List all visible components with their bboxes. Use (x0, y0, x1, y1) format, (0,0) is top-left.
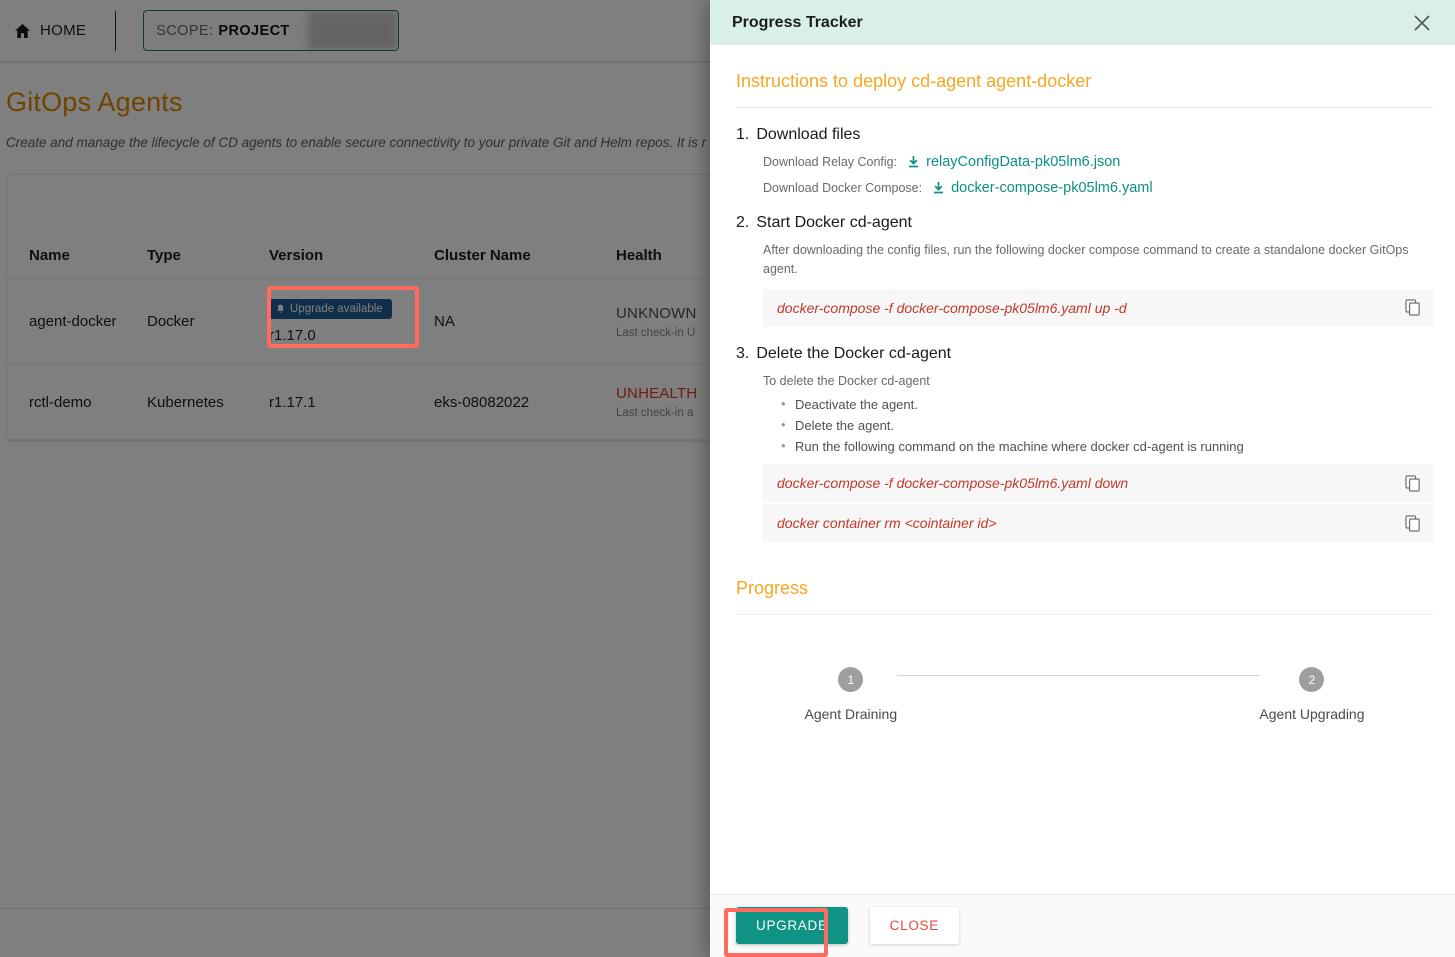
step-2-heading: 2. Start Docker cd-agent (736, 214, 1433, 232)
upgrade-button[interactable]: UPGRADE (736, 907, 848, 944)
progress-divider (736, 614, 1433, 616)
panel-body[interactable]: Instructions to deploy cd-agent agent-do… (710, 45, 1455, 894)
step-2-title: Start Docker cd-agent (756, 214, 912, 231)
command-text: docker-compose -f docker-compose-pk05lm6… (777, 299, 1127, 316)
stepper-track: 1 Agent Draining 2 Agent Upgrading (805, 667, 1365, 722)
step-2-description: After downloading the config files, run … (763, 243, 1409, 276)
command-block: docker container rm <cointainer id> (763, 504, 1433, 543)
copy-icon[interactable] (1403, 473, 1423, 493)
download-relay-config-label: Download Relay Config: (763, 155, 898, 169)
list-item: Deactivate the agent. (781, 396, 1433, 412)
screen-root: HOME SCOPE: PROJECT GitOps Agents Create… (0, 0, 1455, 957)
step-1-title: Download files (756, 126, 861, 143)
panel-footer: UPGRADE CLOSE (710, 894, 1455, 957)
command-block: docker-compose -f docker-compose-pk05lm6… (763, 288, 1433, 327)
step-1-heading: 1. Download files (736, 126, 1433, 144)
stepper-node-label: Agent Draining (804, 706, 898, 723)
stepper-node-number: 2 (1299, 667, 1325, 693)
progress-tracker-panel: Progress Tracker Instructions to deploy … (710, 0, 1455, 957)
list-item: Run the following command on the machine… (781, 438, 1433, 454)
list-item: Delete the agent. (781, 417, 1433, 433)
stepper-node-number: 1 (838, 667, 864, 693)
download-docker-compose-label: Download Docker Compose: (763, 181, 923, 195)
progress-stepper: 1 Agent Draining 2 Agent Upgrading (805, 667, 1365, 747)
download-docker-compose-row: Download Docker Compose: docker-compose-… (763, 180, 1433, 196)
download-icon (932, 181, 945, 195)
docker-compose-download-link[interactable]: docker-compose-pk05lm6.yaml (951, 180, 1152, 196)
download-icon (907, 155, 920, 169)
step-3-heading: 3. Delete the Docker cd-agent (736, 345, 1433, 363)
panel-header: Progress Tracker (710, 0, 1455, 45)
progress-heading: Progress (736, 578, 809, 599)
stepper-connector (897, 675, 1260, 677)
step-3-number: 3. (736, 344, 750, 362)
copy-icon[interactable] (1403, 298, 1423, 318)
stepper-node-agent-upgrading: 2 Agent Upgrading (1259, 667, 1365, 723)
stepper-node-agent-draining: 1 Agent Draining (804, 667, 898, 723)
step-2-number: 2. (736, 214, 750, 231)
instructions-divider (736, 107, 1433, 108)
step-3-title: Delete the Docker cd-agent (756, 344, 952, 362)
step-1-number: 1. (736, 126, 750, 143)
step-3-bullet-list: Deactivate the agent. Delete the agent. … (781, 396, 1433, 454)
relay-config-download-link[interactable]: relayConfigData-pk05lm6.json (926, 154, 1120, 170)
download-relay-config-row: Download Relay Config: relayConfigData-p… (763, 154, 1433, 170)
close-icon[interactable] (1409, 10, 1435, 36)
command-text: docker-compose -f docker-compose-pk05lm6… (777, 475, 1129, 492)
stepper-node-label: Agent Upgrading (1259, 706, 1365, 723)
panel-title: Progress Tracker (732, 13, 863, 31)
step-3-description: To delete the Docker cd-agent (763, 373, 930, 388)
close-button[interactable]: CLOSE (869, 907, 959, 944)
command-block: docker-compose -f docker-compose-pk05lm6… (763, 464, 1433, 503)
command-text: docker container rm <cointainer id> (777, 515, 997, 532)
instructions-heading: Instructions to deploy cd-agent agent-do… (736, 71, 1092, 91)
copy-icon[interactable] (1403, 513, 1423, 533)
